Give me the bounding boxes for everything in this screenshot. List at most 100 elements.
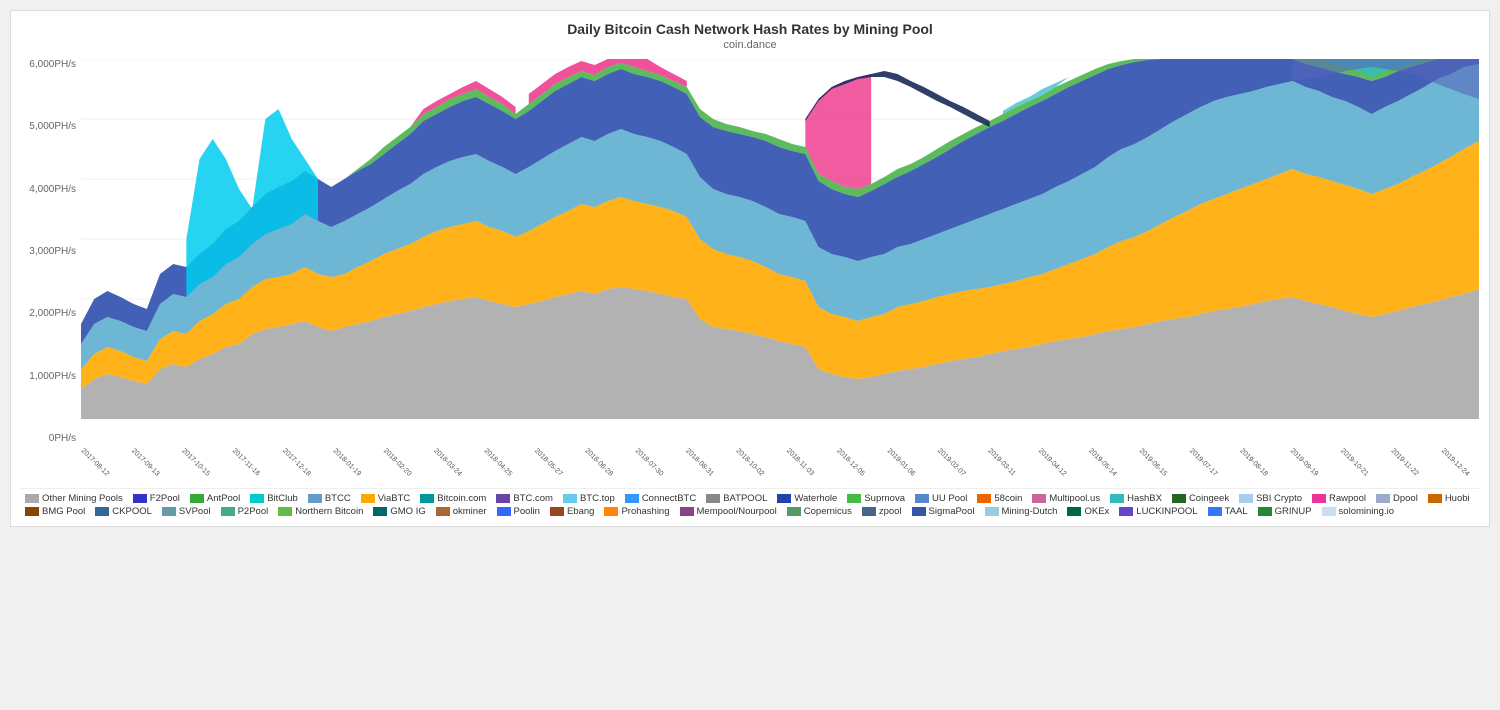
legend-label: HashBX [1127,493,1162,504]
legend-item: Copernicus [787,506,852,517]
x-axis-label: 2019-03-11 [986,447,1016,477]
legend-swatch [550,507,564,516]
legend-label: Coingeek [1189,493,1229,504]
legend-swatch [1208,507,1222,516]
legend-item: okminer [436,506,487,517]
legend-swatch [1312,494,1326,503]
legend-item: P2Pool [221,506,269,517]
legend-item: Mining-Dutch [985,506,1058,517]
x-axis-label: 2019-05-14 [1087,447,1118,477]
legend-label: Mempool/Nourpool [697,506,777,517]
x-axis-svg: 2017-08-122017-09-132017-10-152017-11-16… [81,439,1479,484]
x-axis-labels: 2017-08-122017-09-132017-10-152017-11-16… [81,439,1479,484]
legend-item: HashBX [1110,493,1162,504]
legend-label: BATPOOL [723,493,767,504]
legend-label: solomining.io [1339,506,1394,517]
chart-title: Daily Bitcoin Cash Network Hash Rates by… [21,21,1479,37]
x-axis-label: 2018-02-20 [382,447,413,477]
legend-label: Mining-Dutch [1002,506,1058,517]
legend-label: ViaBTC [378,493,411,504]
legend-swatch [1067,507,1081,516]
legend-label: Copernicus [804,506,852,517]
legend-swatch [95,507,109,516]
legend-swatch [497,507,511,516]
legend-label: F2Pool [150,493,180,504]
legend-item: BTC.com [496,493,553,504]
x-axis-label: 2019-06-15 [1138,447,1169,477]
legend-swatch [787,507,801,516]
legend-label: AntPool [207,493,240,504]
legend-label: CKPOOL [112,506,152,517]
legend-label: Huobi [1445,493,1470,504]
legend-label: BTC.top [580,493,615,504]
legend-swatch [25,494,39,503]
legend-swatch [25,507,39,516]
legend-item: Ebang [550,506,594,517]
legend-item: Suprnova [847,493,905,504]
y-axis-label: 0PH/s [21,433,76,444]
y-axis-label: 4,000PH/s [21,184,76,195]
legend-item: zpool [862,506,902,517]
legend-label: SVPool [179,506,211,517]
x-axis-label: 2017-11-16 [231,447,261,477]
x-axis-label: 2019-12-24 [1440,447,1471,477]
legend-label: SigmaPool [929,506,975,517]
legend-item: Rawpool [1312,493,1366,504]
legend-swatch [221,507,235,516]
x-axis-label: 2018-07-30 [634,447,665,477]
legend-item: Dpool [1376,493,1418,504]
legend-item: OKEx [1067,506,1109,517]
y-axis-label: 5,000PH/s [21,121,76,132]
legend-swatch [278,507,292,516]
legend-swatch [250,494,264,503]
legend-swatch [308,494,322,503]
legend-item: Other Mining Pools [25,493,123,504]
x-axis-label: 2019-04-12 [1037,447,1068,477]
y-axis: 6,000PH/s5,000PH/s4,000PH/s3,000PH/s2,00… [21,59,81,484]
legend-label: Suprnova [864,493,905,504]
legend-item: LUCKINPOOL [1119,506,1197,517]
legend-item: Multipool.us [1032,493,1100,504]
legend-swatch [680,507,694,516]
legend-swatch [1119,507,1133,516]
legend-swatch [420,494,434,503]
legend-item: BitClub [250,493,298,504]
x-axis-label: 2019-02-07 [936,447,967,477]
legend-label: BMG Pool [42,506,85,517]
legend-item: CKPOOL [95,506,152,517]
legend-label: Northern Bitcoin [295,506,363,517]
legend-swatch [133,494,147,503]
legend-swatch [496,494,510,503]
x-axis-label: 2018-12-05 [835,447,866,477]
legend-label: 58coin [994,493,1022,504]
legend-item: BATPOOL [706,493,767,504]
x-axis-label: 2018-01-19 [331,447,362,477]
legend-item: SVPool [162,506,211,517]
x-axis-label: 2018-05-27 [533,447,564,477]
x-axis-label: 2019-01-06 [886,447,917,477]
legend-label: zpool [879,506,902,517]
legend-swatch [977,494,991,503]
legend-swatch [563,494,577,503]
legend-label: Prohashing [621,506,669,517]
legend-item: UU Pool [915,493,967,504]
legend-item: Northern Bitcoin [278,506,363,517]
legend-swatch [777,494,791,503]
legend-swatch [1110,494,1124,503]
legend-item: Huobi [1428,493,1470,504]
legend-label: ConnectBTC [642,493,696,504]
legend-swatch [162,507,176,516]
x-axis-label: 2018-06-28 [583,447,614,477]
legend-item: 58coin [977,493,1022,504]
legend-label: BTC.com [513,493,553,504]
chart-container: Daily Bitcoin Cash Network Hash Rates by… [10,10,1490,527]
legend-item: GRINUP [1258,506,1312,517]
legend-label: LUCKINPOOL [1136,506,1197,517]
chart-area: 6,000PH/s5,000PH/s4,000PH/s3,000PH/s2,00… [21,59,1479,484]
legend-label: SBI Crypto [1256,493,1302,504]
legend-swatch [862,507,876,516]
legend-swatch [361,494,375,503]
chart-subtitle: coin.dance [21,39,1479,51]
legend-swatch [1376,494,1390,503]
legend-item: ViaBTC [361,493,411,504]
